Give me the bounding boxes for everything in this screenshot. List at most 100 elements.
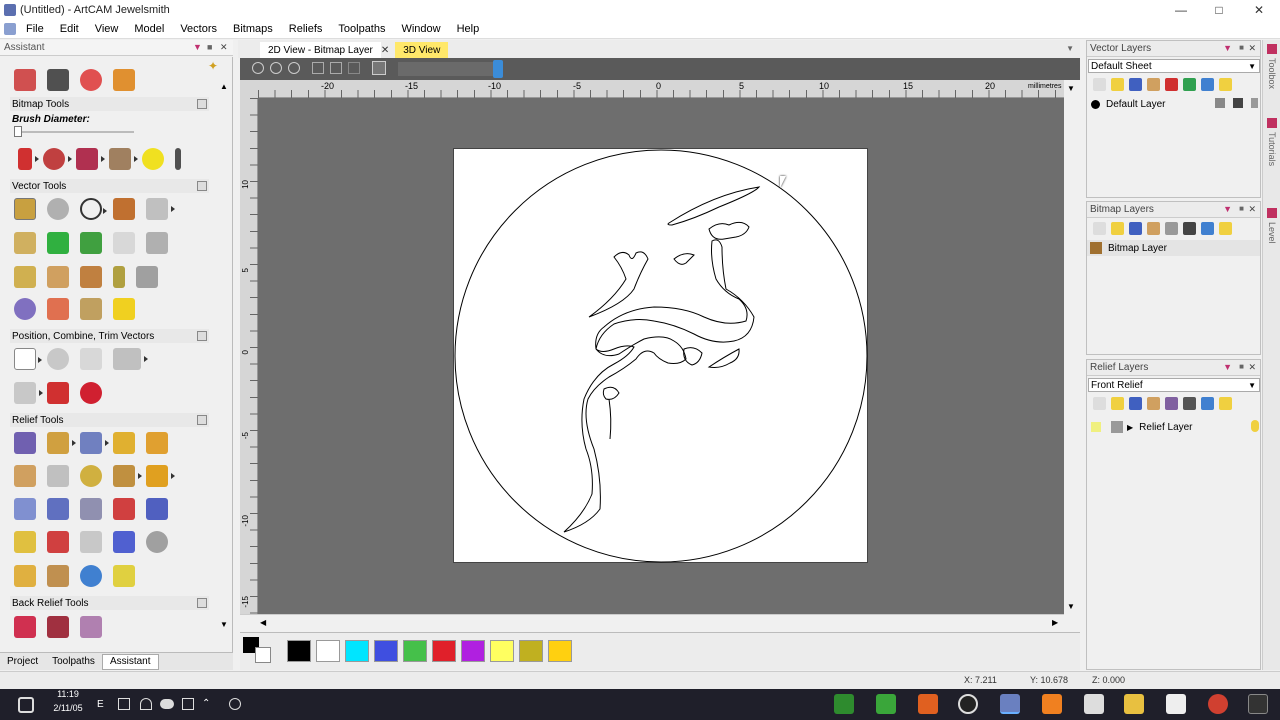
palette-swatch[interactable] bbox=[374, 640, 398, 662]
pin-icon[interactable]: ▼ bbox=[1223, 43, 1232, 53]
open-model-icon[interactable] bbox=[47, 69, 69, 91]
back-relief-icon[interactable] bbox=[14, 616, 36, 638]
plane-icon[interactable] bbox=[80, 432, 109, 454]
sphere-icon[interactable] bbox=[146, 531, 168, 553]
node-editing-icon[interactable] bbox=[47, 198, 69, 220]
clock-time[interactable]: 11:19 bbox=[46, 689, 90, 699]
collapse-icon[interactable] bbox=[197, 181, 207, 191]
nodes-grid-icon[interactable] bbox=[146, 232, 168, 254]
notification-icon[interactable] bbox=[18, 697, 34, 713]
brush-vector-icon[interactable] bbox=[47, 298, 69, 320]
pencil-icon[interactable] bbox=[18, 148, 39, 170]
menu-edit[interactable]: Edit bbox=[52, 23, 87, 35]
extrude-icon[interactable] bbox=[47, 432, 76, 454]
taskbar-app-window-icon[interactable] bbox=[1248, 694, 1268, 714]
palette-swatch[interactable] bbox=[403, 640, 427, 662]
import-icon[interactable] bbox=[1147, 222, 1160, 235]
panel-close-icon[interactable]: ✕ bbox=[1248, 204, 1256, 215]
palette-swatch[interactable] bbox=[490, 640, 514, 662]
collapse-icon[interactable] bbox=[197, 99, 207, 109]
ring-icon[interactable] bbox=[14, 298, 36, 320]
tab-toolpaths[interactable]: Toolpaths bbox=[45, 654, 102, 670]
tab-close-icon[interactable]: ✕ bbox=[381, 45, 389, 56]
copy-layer-icon[interactable] bbox=[1183, 222, 1196, 235]
save-icon[interactable] bbox=[1129, 222, 1142, 235]
new-model-icon[interactable] bbox=[14, 69, 36, 91]
bulb-icon[interactable] bbox=[1219, 222, 1232, 235]
smooth-icon[interactable] bbox=[47, 465, 69, 487]
layer-row-bitmap[interactable]: Bitmap Layer bbox=[1087, 240, 1260, 256]
language-indicator[interactable]: E bbox=[97, 699, 104, 710]
taskbar-app-autocad-icon[interactable] bbox=[1042, 694, 1062, 714]
shape-editor-icon[interactable] bbox=[14, 432, 36, 454]
secondary-colour[interactable] bbox=[255, 647, 271, 663]
float-icon[interactable]: ■ bbox=[1239, 204, 1244, 213]
tutorials-icon[interactable] bbox=[1267, 118, 1277, 128]
palette-swatch[interactable] bbox=[519, 640, 543, 662]
bulb-icon[interactable] bbox=[1219, 397, 1232, 410]
edit-icon[interactable] bbox=[1233, 98, 1243, 108]
layer-row-default[interactable]: Default Layer bbox=[1091, 97, 1259, 111]
export-icon[interactable] bbox=[113, 69, 135, 91]
copy-layer-icon[interactable] bbox=[1183, 78, 1196, 91]
back-relief-copy-icon[interactable] bbox=[47, 616, 69, 638]
calligraphy-vector[interactable] bbox=[563, 186, 761, 533]
pin-icon[interactable]: ▼ bbox=[193, 42, 202, 52]
cloud-icon[interactable] bbox=[160, 699, 174, 709]
pin-toggle-icon[interactable]: ✦ bbox=[208, 59, 218, 73]
merge-icon[interactable] bbox=[1165, 397, 1178, 410]
palette-swatch[interactable] bbox=[316, 640, 340, 662]
tab-3d-view[interactable]: 3D View bbox=[395, 42, 449, 58]
star-offset-icon[interactable] bbox=[47, 382, 69, 404]
new-layer-icon[interactable] bbox=[1093, 397, 1106, 410]
pin-icon[interactable]: ▼ bbox=[1223, 204, 1232, 214]
clock-date[interactable]: 2/11/05 bbox=[46, 703, 90, 713]
relief-new-icon[interactable] bbox=[80, 69, 102, 91]
spiral-offset-icon[interactable] bbox=[80, 382, 102, 404]
usb-icon[interactable] bbox=[182, 698, 194, 710]
stamp-icon[interactable] bbox=[47, 531, 69, 553]
toolbox-icon[interactable] bbox=[1267, 44, 1277, 54]
zoom-out-icon[interactable] bbox=[270, 62, 282, 74]
panel-close-icon[interactable]: ✕ bbox=[220, 42, 228, 53]
palette-swatch[interactable] bbox=[461, 640, 485, 662]
zoom-in-icon[interactable] bbox=[252, 62, 264, 74]
zoom-previous-icon[interactable] bbox=[348, 62, 360, 74]
collapse-icon[interactable] bbox=[197, 598, 207, 608]
open-folder-icon[interactable] bbox=[1111, 222, 1124, 235]
close-button[interactable]: ✕ bbox=[1240, 0, 1278, 20]
zoom-window-icon[interactable] bbox=[288, 62, 300, 74]
open-folder-icon[interactable] bbox=[1111, 78, 1124, 91]
delete-layer-icon[interactable] bbox=[1201, 397, 1214, 410]
line-icon[interactable] bbox=[175, 148, 181, 170]
delete-layer-icon[interactable] bbox=[1201, 222, 1214, 235]
chevron-up-icon[interactable]: ⌃ bbox=[202, 698, 210, 709]
level-icon[interactable] bbox=[1267, 208, 1277, 218]
weld-icon[interactable] bbox=[14, 382, 43, 404]
wrap-icon[interactable] bbox=[80, 298, 102, 320]
section-back-relief-tools[interactable]: Back Relief Tools bbox=[10, 596, 209, 610]
doc-icon[interactable] bbox=[4, 23, 16, 35]
lock-icon[interactable] bbox=[1215, 98, 1225, 108]
group-icon[interactable] bbox=[113, 348, 148, 370]
column-icon[interactable] bbox=[113, 232, 135, 254]
palette-swatch[interactable] bbox=[287, 640, 311, 662]
bracket-icon[interactable] bbox=[113, 266, 125, 288]
text-on-curve-icon[interactable] bbox=[146, 198, 175, 220]
panel-close-icon[interactable]: ✕ bbox=[1248, 43, 1256, 54]
offset-relief-icon[interactable] bbox=[14, 498, 36, 520]
side-tab-toolbox[interactable]: Toolbox bbox=[1267, 58, 1277, 89]
back-relief-merge-icon[interactable] bbox=[80, 616, 102, 638]
copy-layer-icon[interactable] bbox=[1183, 397, 1196, 410]
taskbar-app-mail-icon[interactable] bbox=[1084, 694, 1104, 714]
menu-vectors[interactable]: Vectors bbox=[172, 23, 225, 35]
zoom-sheet-icon[interactable] bbox=[330, 62, 342, 74]
select-arrow-icon[interactable] bbox=[14, 198, 36, 220]
canvas-vertical-scrollbar[interactable]: ▼ ▼ bbox=[1064, 80, 1078, 614]
taskbar-app-store-icon[interactable] bbox=[1166, 694, 1186, 714]
menu-view[interactable]: View bbox=[87, 23, 127, 35]
save-icon[interactable] bbox=[1129, 397, 1142, 410]
zoom-fit-icon[interactable] bbox=[312, 62, 324, 74]
block-icon[interactable] bbox=[14, 531, 36, 553]
waves-icon[interactable] bbox=[80, 498, 102, 520]
